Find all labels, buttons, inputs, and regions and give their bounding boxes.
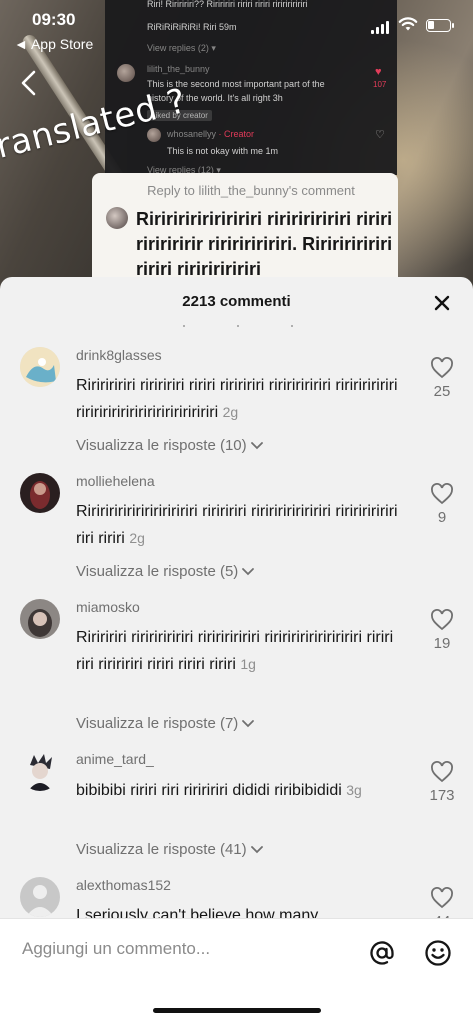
status-time: 09:30 xyxy=(32,10,76,29)
avatar[interactable] xyxy=(20,347,60,387)
reply-to-label: Reply to lilith_the_bunny's comment xyxy=(147,183,355,198)
comment-input[interactable]: Aggiungi un commento... xyxy=(22,939,210,959)
comment-time: 2g xyxy=(222,404,239,420)
reply-text: Riririririririririri ririririririri riri… xyxy=(136,209,393,279)
cellular-signal-icon xyxy=(371,20,389,34)
video-username: whosanellyy · Creator xyxy=(167,129,255,139)
heart-outline-icon[interactable] xyxy=(430,761,454,783)
view-replies-button[interactable]: Visualizza le risposte (41) xyxy=(76,841,264,858)
status-bar: 09:30 ◄ App Store xyxy=(0,0,473,60)
comment-text: Ririririririririririririri ririririri ri… xyxy=(76,503,398,547)
comment-input-bar: Aggiungi un commento... xyxy=(0,918,473,1024)
heart-outline-icon[interactable] xyxy=(430,357,454,379)
comment-time: 1g xyxy=(240,656,256,672)
like-count: 19 xyxy=(433,635,451,652)
comment-username[interactable]: miamosko xyxy=(76,599,140,615)
avatar[interactable] xyxy=(20,599,60,639)
wifi-icon xyxy=(398,17,418,31)
chevron-down-icon xyxy=(242,567,255,575)
comment-text: bibibibi ririri riri ririririri dididi r… xyxy=(76,782,362,799)
comments-sheet: 2213 commenti drink8glasses Riririririri… xyxy=(0,277,473,1024)
like-count: 25 xyxy=(433,383,451,400)
video-heart-outline-icon: ♡ xyxy=(375,129,385,141)
heart-outline-icon[interactable] xyxy=(430,609,454,631)
reply-avatar xyxy=(106,207,128,229)
comment-username[interactable]: drink8glasses xyxy=(76,347,162,363)
comments-list[interactable]: drink8glasses Riririririri ririririri ri… xyxy=(0,347,473,919)
close-icon[interactable] xyxy=(430,291,454,315)
video-avatar xyxy=(147,128,161,142)
view-replies-button[interactable]: Visualizza le risposte (5) xyxy=(76,563,255,580)
video-username: lilith_the_bunny xyxy=(147,64,210,74)
chevron-left-icon[interactable] xyxy=(20,70,38,96)
view-replies-button[interactable]: Visualizza le risposte (7) xyxy=(76,715,255,732)
comment-username[interactable]: alexthomas152 xyxy=(76,877,171,893)
chevron-down-icon xyxy=(250,845,263,853)
battery-icon xyxy=(426,19,454,32)
video-heart-icon: ♥ xyxy=(375,66,382,78)
heart-outline-icon[interactable] xyxy=(430,887,454,909)
video-avatar xyxy=(117,64,135,82)
chevron-down-icon xyxy=(250,441,263,449)
avatar[interactable] xyxy=(20,751,60,791)
avatar[interactable] xyxy=(20,473,60,513)
comment-text: Riririririri ririririri ririri ririririr… xyxy=(76,377,398,421)
view-replies-button[interactable]: Visualizza le risposte (10) xyxy=(76,437,264,454)
comment-text: Ririririri ririririririri ririririririri… xyxy=(76,629,394,673)
avatar[interactable] xyxy=(20,877,60,917)
comment-text: I seriously can't believe how many xyxy=(76,907,319,919)
video-heart-count: 107 xyxy=(373,80,387,89)
comments-count-title: 2213 commenti xyxy=(182,293,291,310)
video-comment-line: This is not okay with me 1m xyxy=(167,146,279,156)
back-to-app-store[interactable]: ◄ App Store xyxy=(14,36,93,52)
comment-username[interactable]: molliehelena xyxy=(76,473,155,489)
comment-time: 2g xyxy=(129,530,145,546)
home-indicator[interactable] xyxy=(153,1008,321,1013)
comment-username[interactable]: anime_tard_ xyxy=(76,751,154,767)
comment-time: 3g xyxy=(346,782,362,798)
heart-outline-icon[interactable] xyxy=(430,483,454,505)
emoji-icon[interactable] xyxy=(424,939,452,967)
like-count: 9 xyxy=(437,509,447,526)
at-icon[interactable] xyxy=(368,939,396,967)
chevron-down-icon xyxy=(242,719,255,727)
like-count: 173 xyxy=(429,787,455,804)
scroll-hint-dots xyxy=(183,325,293,327)
